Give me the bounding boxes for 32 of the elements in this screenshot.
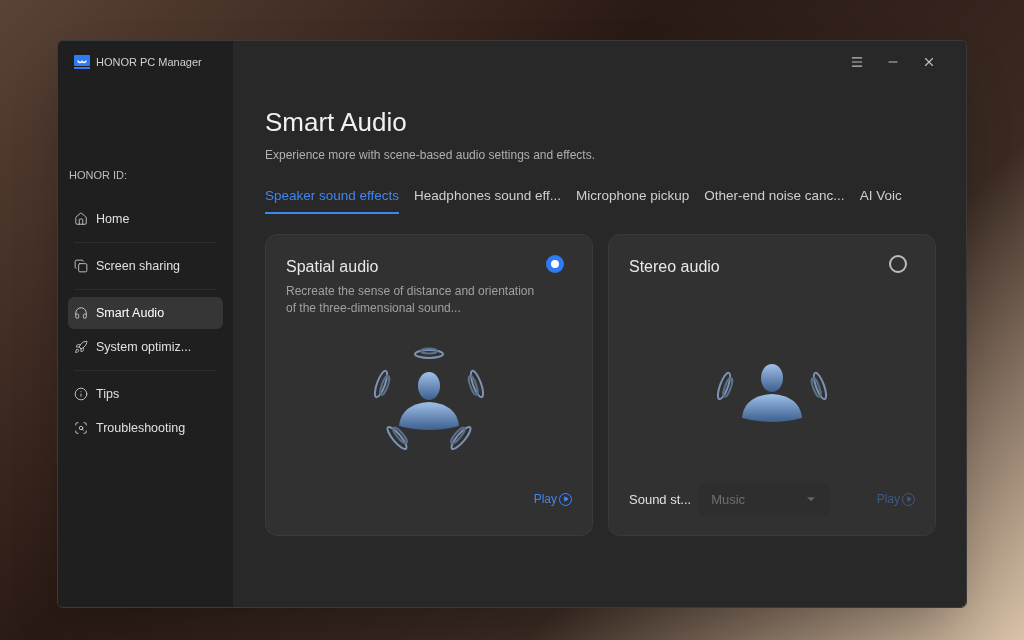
tab[interactable]: Other-end noise canc... (704, 186, 845, 215)
radio-button[interactable] (546, 255, 564, 274)
tab[interactable]: Headphones sound eff... (414, 186, 561, 215)
account-label: HONOR ID: (68, 167, 129, 183)
tab[interactable]: AI Voic (859, 186, 902, 215)
app-logo-icon (74, 55, 90, 70)
card-description: Recreate the sense of distance and orientation of the three-dimensional sound... (286, 283, 536, 318)
tab[interactable]: Microphone pickup (575, 186, 690, 215)
sidebar-item[interactable]: System optimiz... (68, 331, 223, 363)
sidebar-item[interactable]: Screen sharing (68, 250, 223, 282)
headphones-icon (74, 306, 88, 320)
magnifier-icon (74, 421, 88, 435)
screens-icon (74, 259, 88, 273)
rocket-icon (74, 340, 88, 354)
audio-mode-card[interactable]: Spatial audio Recreate the sense of distance and orientation of the three-dimensional sound... Play (265, 234, 593, 537)
sidebar-item[interactable]: Tips (68, 378, 223, 410)
menu-icon[interactable] (850, 55, 864, 69)
home-icon (74, 212, 88, 226)
sound-style-label: Sound st... (629, 490, 692, 509)
sidebar-item[interactable]: Home (68, 203, 223, 235)
sidebar-item[interactable]: Troubleshooting (68, 412, 223, 444)
page-title: Smart Audio (265, 106, 408, 139)
card-title: Spatial audio (286, 257, 379, 278)
play-button[interactable]: Play (533, 490, 572, 509)
card-title: Stereo audio (629, 257, 720, 278)
info-icon (74, 387, 88, 401)
page-subtitle: Experience more with scene-based audio settings and effects. (265, 147, 596, 164)
close-icon[interactable] (922, 55, 936, 69)
window-title: HONOR PC Manager (96, 55, 202, 70)
tab[interactable]: Speaker sound effects (265, 186, 400, 215)
sidebar-item[interactable]: Smart Audio (68, 297, 223, 329)
radio-button[interactable] (889, 255, 907, 274)
